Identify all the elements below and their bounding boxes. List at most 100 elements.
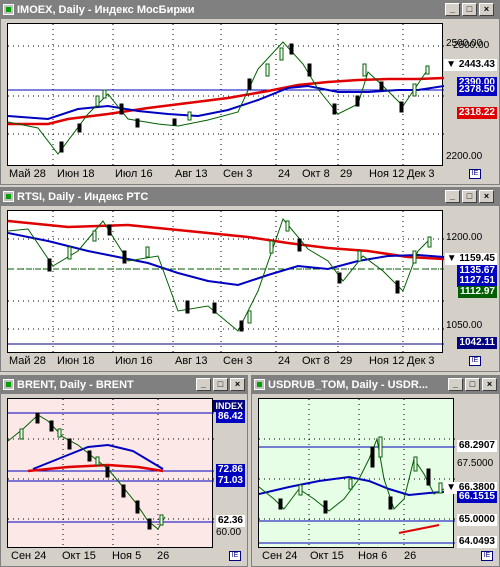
brent-y-label: 60.00: [216, 527, 242, 538]
minimize-button[interactable]: _: [448, 378, 463, 391]
x-label: Июл 16: [115, 355, 153, 367]
x-label: Ноя 5: [112, 550, 142, 562]
close-button[interactable]: ×: [230, 378, 245, 391]
x-label: Июн 18: [57, 168, 95, 180]
rtsi-titlebar[interactable]: RTSI, Daily - Индекс РТС _ □ ×: [1, 188, 499, 206]
usdrub-window: USDRUB_TOM, Daily - USDR... _ □ × 68.290…: [251, 375, 500, 567]
close-button[interactable]: ×: [482, 378, 497, 391]
usdrub-y-label: 67.5000: [457, 458, 494, 469]
usdrub-tag-5: 64.0493: [456, 536, 497, 548]
x-label: Сен 3: [223, 355, 253, 367]
brent-titlebar[interactable]: BRENT, Daily - BRENT _ □ ×: [1, 376, 247, 394]
x-label: 26: [404, 550, 417, 562]
imoex-chart: [8, 24, 444, 167]
brent-x-axis: Сен 24 Окт 15 Ноя 5 26: [7, 548, 213, 564]
usdrub-plot-area[interactable]: [258, 398, 455, 549]
usdrub-value-5: 64.0493: [458, 536, 495, 547]
usdrub-value-1: 68.2907: [458, 440, 495, 451]
x-label: Май 28: [9, 168, 46, 180]
maximize-button[interactable]: □: [462, 190, 477, 203]
imoex-y-label-bottom: 2200.00: [446, 151, 483, 162]
x-label: Июн 18: [57, 355, 95, 367]
x-label: 26: [157, 550, 170, 562]
rtsi-y-axis: 1200.00 1050.00 ▼ 1159.45 1135.67 1127.5…: [443, 210, 499, 353]
maximize-button[interactable]: □: [213, 378, 228, 391]
imoex-x-axis: Май 28 Июн 18 Июл 16 Авг 13 Сен 3 24 Окт…: [7, 166, 443, 182]
imoex-plot-area[interactable]: 2500.00: [7, 23, 489, 167]
imoex-scale-flag-icon[interactable]: IE: [469, 169, 481, 179]
rtsi-y-label-top: 1200.00: [446, 232, 483, 243]
imoex-last-price-tag: ▼ 2443.43: [444, 59, 497, 71]
brent-scale-flag-icon[interactable]: IE: [229, 551, 241, 561]
chart-window-icon: [3, 191, 14, 202]
rtsi-window: RTSI, Daily - Индекс РТС _ □ × 1200.00 1…: [0, 187, 500, 372]
imoex-window: IMOEX, Daily - Индекс МосБиржи _ □ × 250…: [0, 0, 500, 185]
imoex-title: IMOEX, Daily - Индекс МосБиржи: [17, 4, 195, 16]
imoex-titlebar[interactable]: IMOEX, Daily - Индекс МосБиржи _ □ ×: [1, 1, 499, 19]
usdrub-x-axis: Сен 24 Окт 15 Ноя 6 26: [258, 548, 454, 564]
x-label: Сен 3: [223, 168, 253, 180]
brent-plot-area[interactable]: [7, 398, 214, 549]
x-label: Окт 8: [302, 355, 330, 367]
rtsi-last-price-tag: ▼ 1159.45: [444, 253, 497, 265]
x-label: Дек 3: [407, 168, 435, 180]
brent-header-label: INDEX: [215, 401, 243, 411]
chart-window-icon: [254, 379, 265, 390]
usdrub-titlebar[interactable]: USDRUB_TOM, Daily - USDR... _ □ ×: [252, 376, 499, 394]
x-label: Авг 13: [175, 168, 208, 180]
usdrub-tag-4: 65.0000: [456, 514, 497, 526]
chart-window-icon: [3, 379, 14, 390]
imoex-ma1-tag: 2378.50: [456, 84, 497, 96]
brent-tag-4: 62.36: [215, 515, 245, 527]
close-button[interactable]: ×: [479, 190, 494, 203]
imoex-last-value: 2443.43: [458, 59, 495, 70]
maximize-button[interactable]: □: [462, 3, 477, 16]
minimize-button[interactable]: _: [445, 3, 460, 16]
chart-window-icon: [3, 4, 14, 15]
rtsi-chart: [8, 211, 444, 354]
usdrub-value-3: 66.1515: [458, 491, 495, 502]
x-label: Ноя 12: [369, 355, 405, 367]
brent-chart: [8, 399, 214, 549]
rtsi-y-label-bottom: 1050.00: [446, 320, 483, 331]
rtsi-low-tag: 1042.11: [457, 337, 497, 349]
x-label: Дек 3: [407, 355, 435, 367]
minimize-button[interactable]: _: [445, 190, 460, 203]
minimize-button[interactable]: _: [196, 378, 211, 391]
imoex-y-label-top: 2500.00: [446, 38, 483, 49]
brent-value-1: 86.42: [217, 411, 243, 422]
brent-tag-1: 86.42: [215, 411, 245, 423]
brent-value-2: 72.86: [217, 464, 243, 475]
x-label: Окт 15: [310, 550, 344, 562]
x-label: 29: [340, 355, 353, 367]
imoex-ma2-value: 2318.22: [458, 107, 495, 118]
usdrub-tag-3: 66.1515: [456, 491, 497, 503]
brent-y-axis: INDEX 86.42 72.86 71.03 62.36 60.00: [213, 398, 247, 548]
usdrub-scale-flag-icon[interactable]: IE: [481, 551, 493, 561]
x-label: Ноя 6: [358, 550, 388, 562]
usdrub-tag-1: 68.2907: [456, 440, 497, 452]
rtsi-plot-area[interactable]: [7, 210, 444, 354]
x-label: Сен 24: [262, 550, 298, 562]
maximize-button[interactable]: □: [465, 378, 480, 391]
brent-title: BRENT, Daily - BRENT: [17, 379, 134, 391]
x-label: Май 28: [9, 355, 46, 367]
usdrub-title: USDRUB_TOM, Daily - USDR...: [268, 379, 428, 391]
rtsi-x-axis: Май 28 Июн 18 Июл 16 Авг 13 Сен 3 24 Окт…: [7, 353, 443, 369]
rtsi-low-value: 1042.11: [459, 337, 495, 348]
imoex-y-axis: 2500.00 2200.00 ▼ 2443.43 2390.00 2378.5…: [443, 23, 499, 166]
x-label: 24: [278, 168, 291, 180]
rtsi-last-value: 1159.45: [459, 253, 495, 264]
close-button[interactable]: ×: [479, 3, 494, 16]
x-label: 29: [340, 168, 353, 180]
x-label: Окт 15: [62, 550, 96, 562]
rtsi-ma3-value: 1112.97: [459, 286, 495, 297]
x-label: Окт 8: [302, 168, 330, 180]
x-label: Сен 24: [11, 550, 47, 562]
brent-value-4: 62.36: [217, 515, 243, 526]
usdrub-y-axis: 68.2907 67.5000 ▼ 66.3800 66.1515 65.000…: [444, 398, 499, 548]
brent-value-3: 71.03: [217, 475, 243, 486]
brent-tag-3: 71.03: [215, 475, 245, 487]
x-label: Ноя 12: [369, 168, 405, 180]
rtsi-scale-flag-icon[interactable]: IE: [469, 356, 481, 366]
